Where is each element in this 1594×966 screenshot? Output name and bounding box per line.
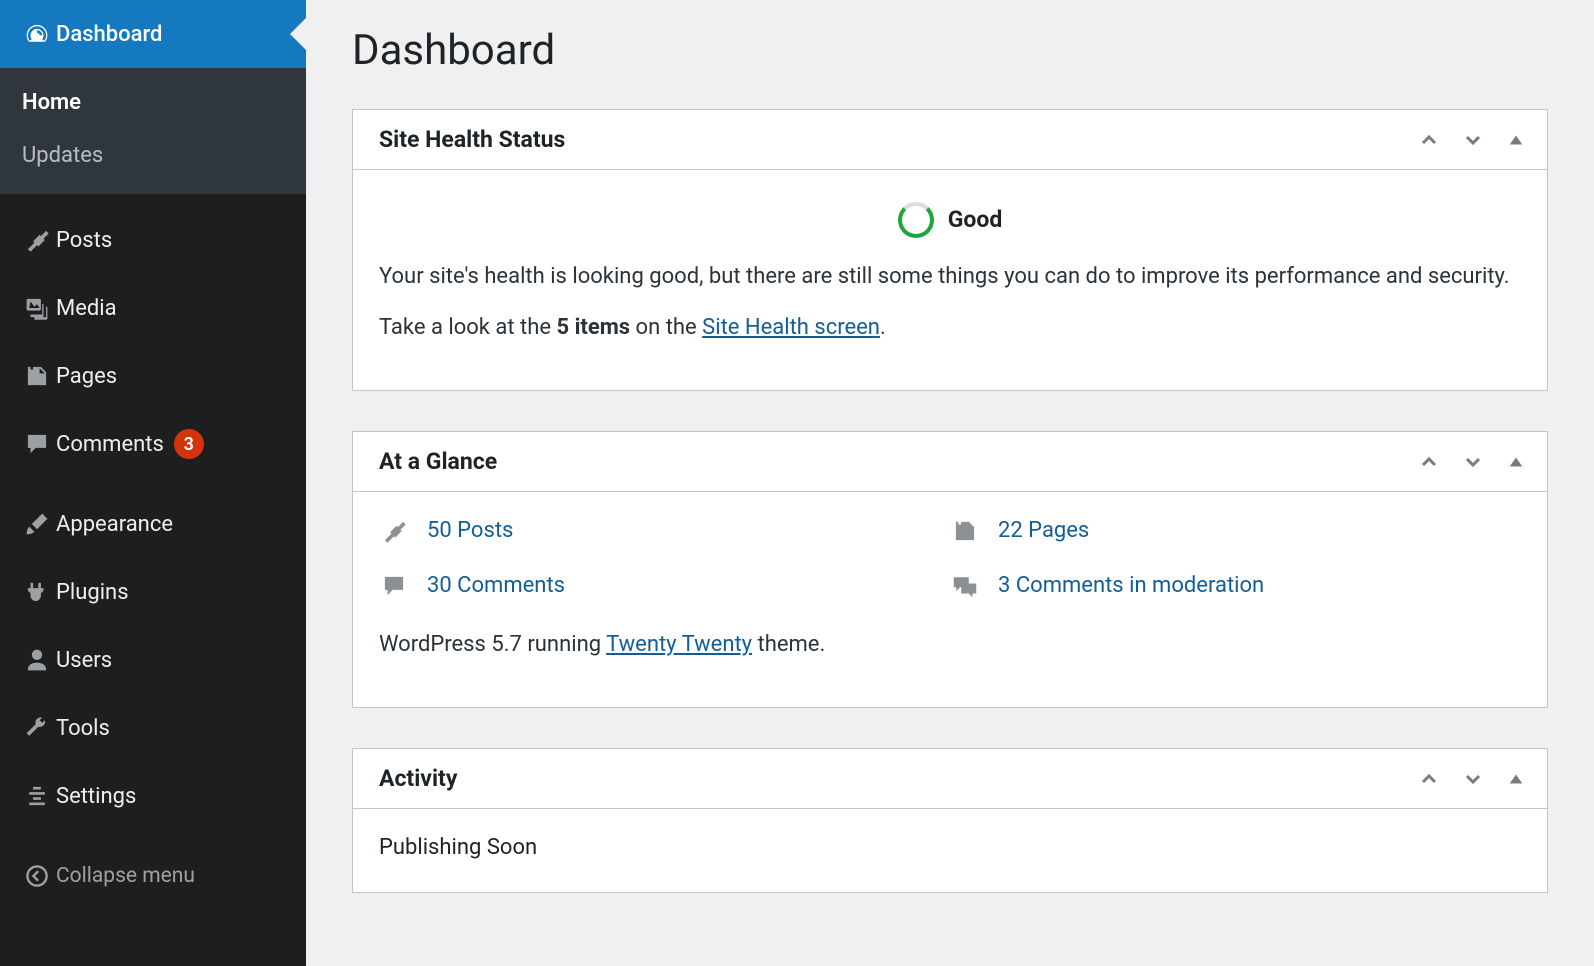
comments-icon (950, 573, 980, 599)
user-icon (18, 647, 56, 673)
sidebar-item-label: Plugins (56, 580, 129, 605)
media-icon (18, 295, 56, 321)
widget-actions (1419, 130, 1525, 150)
widget-body: 50 Posts 22 Pages 30 Comments 3 Comments… (353, 492, 1547, 707)
glance-grid: 50 Posts 22 Pages 30 Comments 3 Comments… (379, 514, 1521, 602)
sidebar-item-settings[interactable]: Settings (0, 762, 306, 830)
widget-title: Activity (379, 765, 457, 792)
glance-posts: 50 Posts (379, 514, 950, 547)
health-desc: Your site's health is looking good, but … (379, 260, 1521, 293)
sidebar-item-label: Media (56, 296, 117, 321)
sidebar-sub-home[interactable]: Home (0, 76, 306, 129)
sidebar-item-posts[interactable]: Posts (0, 206, 306, 274)
site-health-widget: Site Health Status Good Your site's heal… (352, 109, 1548, 391)
sidebar-item-label: Pages (56, 364, 117, 389)
move-down-icon[interactable] (1463, 452, 1483, 472)
health-cta: Take a look at the 5 items on the Site H… (379, 311, 1521, 344)
health-status: Good (948, 203, 1003, 238)
pages-icon (18, 363, 56, 389)
collapse-label: Collapse menu (56, 864, 195, 888)
sidebar-item-label: Tools (56, 716, 110, 741)
main-content: Dashboard Site Health Status Good Your s… (306, 0, 1594, 966)
theme-link[interactable]: Twenty Twenty (606, 632, 752, 657)
dashboard-icon (18, 21, 56, 47)
activity-subheading: Publishing Soon (379, 831, 1521, 864)
comment-icon (18, 431, 56, 457)
site-health-link[interactable]: Site Health screen (702, 315, 880, 340)
collapse-icon (18, 864, 56, 888)
sidebar-submenu: Home Updates (0, 68, 306, 194)
widget-header: Activity (353, 749, 1547, 809)
page-title: Dashboard (352, 26, 1548, 75)
widget-actions (1419, 452, 1525, 472)
toggle-up-icon[interactable] (1507, 769, 1525, 789)
glance-comments: 30 Comments (379, 569, 950, 602)
sidebar-item-label: Comments (56, 432, 164, 457)
move-up-icon[interactable] (1419, 130, 1439, 150)
sidebar-item-label: Posts (56, 228, 112, 253)
widget-header: Site Health Status (353, 110, 1547, 170)
at-a-glance-widget: At a Glance 50 Posts 22 Pages (352, 431, 1548, 708)
sidebar-item-appearance[interactable]: Appearance (0, 490, 306, 558)
sidebar-item-label: Dashboard (56, 22, 162, 47)
glance-moderation: 3 Comments in moderation (950, 569, 1521, 602)
posts-link[interactable]: 50 Posts (427, 514, 513, 547)
sidebar-item-pages[interactable]: Pages (0, 342, 306, 410)
widget-actions (1419, 769, 1525, 789)
move-down-icon[interactable] (1463, 130, 1483, 150)
settings-icon (18, 783, 56, 809)
glance-footer: WordPress 5.7 running Twenty Twenty them… (379, 628, 1521, 661)
brush-icon (18, 511, 56, 537)
glance-pages: 22 Pages (950, 514, 1521, 547)
sidebar-item-label: Appearance (56, 512, 173, 537)
moderation-link[interactable]: 3 Comments in moderation (998, 569, 1264, 602)
sidebar-item-media[interactable]: Media (0, 274, 306, 342)
activity-widget: Activity Publishing Soon (352, 748, 1548, 893)
sidebar-item-label: Users (56, 648, 112, 673)
toggle-up-icon[interactable] (1507, 452, 1525, 472)
sidebar-item-label: Settings (56, 784, 136, 809)
move-down-icon[interactable] (1463, 769, 1483, 789)
toggle-up-icon[interactable] (1507, 130, 1525, 150)
sidebar-sub-updates[interactable]: Updates (0, 129, 306, 182)
widget-header: At a Glance (353, 432, 1547, 492)
comments-badge: 3 (174, 429, 204, 459)
comments-link[interactable]: 30 Comments (427, 569, 565, 602)
sidebar-item-plugins[interactable]: Plugins (0, 558, 306, 626)
pages-link[interactable]: 22 Pages (998, 514, 1089, 547)
widget-body: Publishing Soon (353, 809, 1547, 892)
pushpin-icon (379, 518, 409, 544)
wrench-icon (18, 715, 56, 741)
widget-title: Site Health Status (379, 126, 565, 153)
sidebar-item-users[interactable]: Users (0, 626, 306, 694)
plug-icon (18, 579, 56, 605)
pages-icon (950, 518, 980, 544)
sidebar-item-comments[interactable]: Comments 3 (0, 410, 306, 478)
widget-title: At a Glance (379, 448, 497, 475)
widget-body: Good Your site's health is looking good,… (353, 170, 1547, 390)
move-up-icon[interactable] (1419, 769, 1439, 789)
admin-sidebar: Dashboard Home Updates Posts Media Pages… (0, 0, 306, 966)
sidebar-item-dashboard[interactable]: Dashboard (0, 0, 306, 68)
pushpin-icon (18, 227, 56, 253)
health-circle-icon (898, 202, 934, 238)
comment-icon (379, 573, 409, 599)
health-indicator: Good (379, 202, 1521, 238)
move-up-icon[interactable] (1419, 452, 1439, 472)
sidebar-item-tools[interactable]: Tools (0, 694, 306, 762)
collapse-menu[interactable]: Collapse menu (0, 842, 306, 910)
